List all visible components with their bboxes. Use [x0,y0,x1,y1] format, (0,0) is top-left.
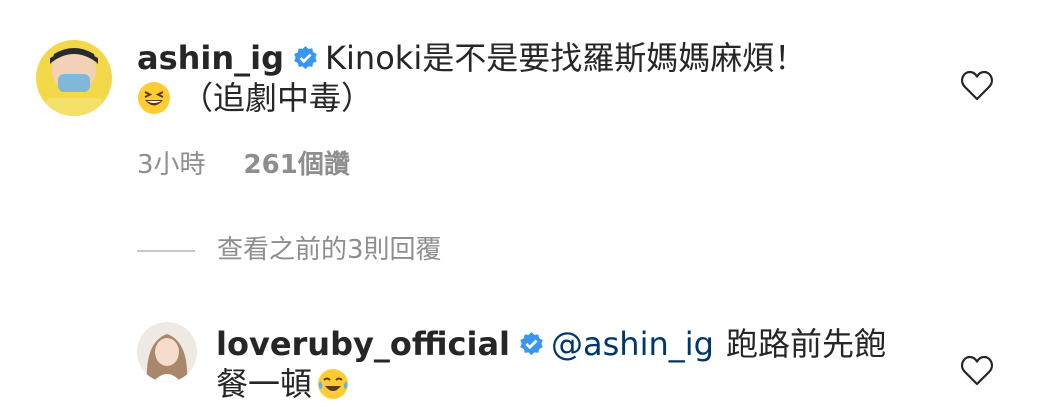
view-replies-label: 查看之前的3則回覆 [217,235,442,265]
comment-time: 3小時 [137,150,206,180]
face-with-tears-of-joy-emoji [318,369,349,399]
verified-badge-icon [520,332,543,356]
comment-likes[interactable]: 261個讚 [244,150,350,180]
reply-text: 跑路前先飽 [725,325,886,363]
comment-text-line1: ashin_ig Kinoki是不是要找羅斯媽媽麻煩！ [137,38,806,78]
comment-text-cont: （追劇中毒） [181,79,374,117]
reply-text-line1: loveruby_official @ashin_ig 跑路前先飽 [216,324,886,364]
reply-mention[interactable]: @ashin_ig [551,325,714,363]
avatar-ashin[interactable] [36,40,112,116]
comment-text-line2: （追劇中毒） [137,78,373,118]
view-previous-replies[interactable]: 查看之前的3則回覆 [137,230,442,270]
reply-username[interactable]: loveruby_official [216,325,510,363]
replies-divider [137,249,195,252]
heart-icon[interactable] [960,355,994,387]
comment-loveruby: loveruby_official @ashin_ig 跑路前先飽 餐一頓 [0,300,1049,407]
comment-text: Kinoki是不是要找羅斯媽媽麻煩！ [325,39,807,77]
comment-ashin: ashin_ig Kinoki是不是要找羅斯媽媽麻煩！ （追劇中毒） 3小時 261… [0,0,1049,190]
reply-text-line2: 餐一頓 [216,364,350,404]
comment-username[interactable]: ashin_ig [137,39,284,77]
reply-text-cont: 餐一頓 [216,365,313,403]
verified-badge-icon [294,46,317,70]
heart-icon[interactable] [960,70,994,102]
comment-meta: 3小時 261個讚 [137,144,350,181]
grinning-squinting-face-emoji [138,82,170,114]
avatar-loveruby[interactable] [137,322,197,382]
